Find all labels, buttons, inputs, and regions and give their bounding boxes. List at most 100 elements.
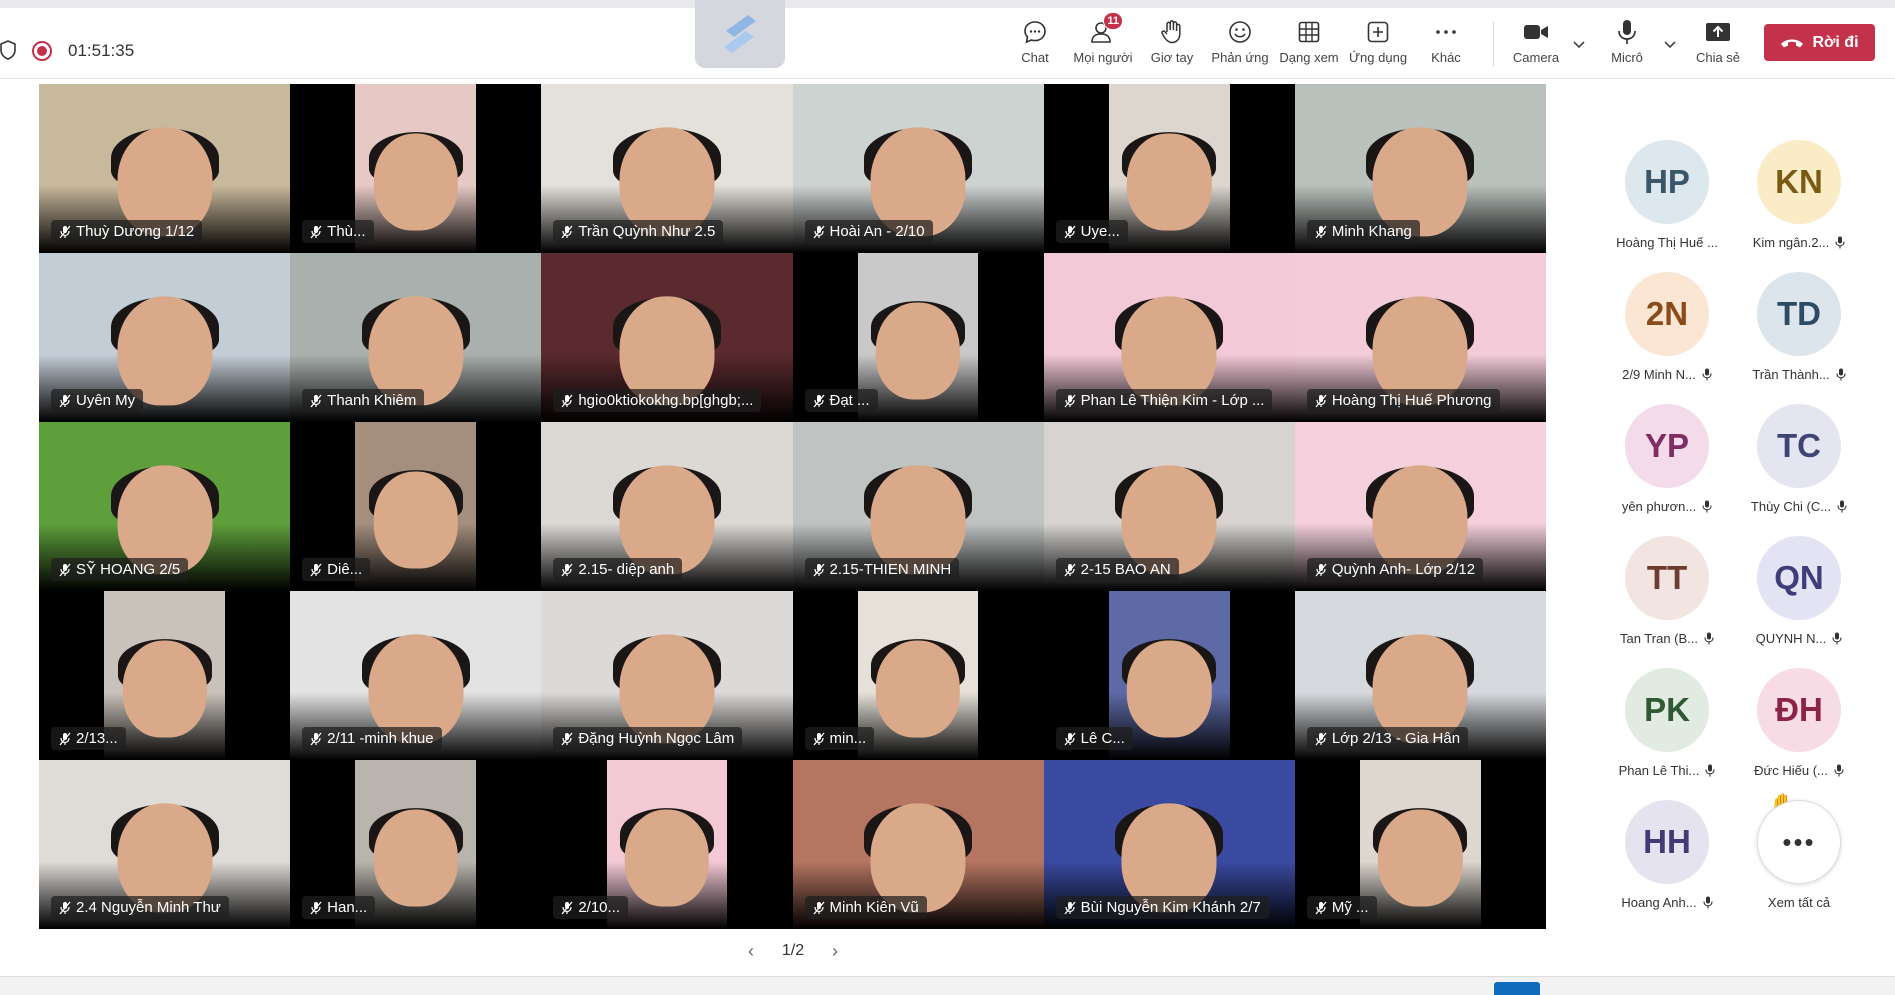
participant-name: hgio0ktiokokhg.bp[ghgb;... xyxy=(578,392,754,409)
video-tile[interactable]: Uyên My xyxy=(39,253,291,422)
video-feed xyxy=(355,84,477,253)
video-feed xyxy=(1360,760,1481,929)
video-tile[interactable]: Thù... xyxy=(290,84,542,253)
people-icon: 11 xyxy=(1089,12,1123,46)
video-tile[interactable]: Trần Quỳnh Như 2.5 xyxy=(541,84,793,253)
video-tile[interactable]: Thuỳ Dương 1/12 xyxy=(39,84,291,253)
participant-name-tag: hgio0ktiokokhg.bp[ghgb;... xyxy=(553,389,762,412)
camera-options-chevron-down-icon[interactable] xyxy=(1571,36,1587,52)
participant-name: Phan Lê Thiện Kim - Lớp ... xyxy=(1080,392,1265,409)
roster-participant-name: Kim ngân.2... xyxy=(1753,235,1846,250)
mic-off-icon xyxy=(561,563,573,576)
teams-meeting-window: { "meeting": { "timer": "01:51:35" }, "t… xyxy=(0,0,1895,995)
participant-silhouette-face xyxy=(1127,640,1212,738)
participant-name: 2.15- diệp anh xyxy=(578,561,675,578)
video-tile[interactable]: hgio0ktiokokhg.bp[ghgb;... xyxy=(541,253,793,422)
video-tile[interactable]: Phan Lê Thiện Kim - Lớp ... xyxy=(1043,253,1295,422)
mic-off-icon xyxy=(561,394,573,407)
video-tile[interactable]: Han... xyxy=(290,760,542,929)
app-logo-icon xyxy=(724,15,756,53)
roster-participant[interactable]: TT Tan Tran (B... xyxy=(1602,536,1732,656)
toolbar-divider xyxy=(1493,22,1494,66)
video-tile[interactable]: 2.15- diệp anh xyxy=(541,422,793,591)
camera-button[interactable]: Camera xyxy=(1501,18,1571,72)
roster-participant[interactable]: HP Hoàng Thị Huế ... xyxy=(1602,140,1732,260)
mic-off-icon xyxy=(310,394,322,407)
mic-off-icon xyxy=(1064,563,1076,576)
participant-silhouette-face xyxy=(1127,133,1212,231)
roster-name-text: Hoang Anh... xyxy=(1621,895,1697,910)
chat-button[interactable]: Chat xyxy=(1000,18,1070,72)
more-button[interactable]: Khác xyxy=(1411,18,1481,72)
roster-participant[interactable]: PK Phan Lê Thi... xyxy=(1602,668,1732,788)
video-tile[interactable]: Mỹ ... xyxy=(1294,760,1546,929)
video-tile[interactable]: Diê... xyxy=(290,422,542,591)
video-gallery-grid: Thuỳ Dương 1/12 Thù... Trần Quỳnh Như 2.5 H… xyxy=(39,84,1546,929)
video-tile[interactable]: Quỳnh Anh- Lớp 2/12 xyxy=(1294,422,1546,591)
video-tile[interactable]: 2/10... xyxy=(541,760,793,929)
roster-participant[interactable]: TC Thùy Chi (C... xyxy=(1734,404,1864,524)
video-tile[interactable]: 2/13... xyxy=(39,591,291,760)
roster-participant[interactable]: HH Hoang Anh... xyxy=(1602,800,1732,920)
participant-name-tag: min... xyxy=(804,727,875,750)
share-button[interactable]: Chia sẻ xyxy=(1683,18,1753,72)
video-tile[interactable]: Minh Khang xyxy=(1294,84,1546,253)
more-icon xyxy=(1432,18,1460,46)
taskbar-strip xyxy=(0,976,1895,995)
roster-participant[interactable]: KN Kim ngân.2... xyxy=(1734,140,1864,260)
people-count-badge: 11 xyxy=(1103,12,1123,30)
react-button[interactable]: Phản ứng xyxy=(1205,18,1275,72)
app-logo xyxy=(695,0,785,68)
video-tile[interactable]: Hoài An - 2/10 xyxy=(792,84,1044,253)
roster-participant[interactable]: ĐH Đức Hiếu (... xyxy=(1734,668,1864,788)
video-tile[interactable]: Đặng Huỳnh Ngọc Lâm xyxy=(541,591,793,760)
video-tile[interactable]: Bùi Nguyễn Kim Khánh 2/7 xyxy=(1043,760,1295,929)
avatar: TT xyxy=(1625,536,1709,620)
people-button[interactable]: 11 Mọi người xyxy=(1068,12,1138,72)
video-tile[interactable]: SỸ HOANG 2/5 xyxy=(39,422,291,591)
roster-participant-name: 2/9 Minh N... xyxy=(1622,367,1712,382)
next-page-chevron-right-icon[interactable]: › xyxy=(832,941,838,962)
video-tile[interactable]: Uye... xyxy=(1043,84,1295,253)
view-button[interactable]: Dạng xem xyxy=(1274,18,1344,72)
mic-off-icon xyxy=(813,225,824,238)
mic-off-icon xyxy=(813,394,824,407)
participant-silhouette-face xyxy=(373,809,458,907)
video-tile[interactable]: Lê C... xyxy=(1043,591,1295,760)
mic-off-icon xyxy=(310,563,322,576)
participant-name: Han... xyxy=(327,899,368,916)
video-tile[interactable]: Hoàng Thị Huế Phương xyxy=(1294,253,1546,422)
video-tile[interactable]: min... xyxy=(792,591,1044,760)
video-tile[interactable]: 2/11 -minh khue xyxy=(290,591,542,760)
participant-name: Thanh Khiêm xyxy=(327,392,417,409)
microphone-icon xyxy=(1834,764,1844,777)
roster-participant[interactable]: QN QUYNH N... xyxy=(1734,536,1864,656)
participant-name: min... xyxy=(829,730,867,747)
avatar: HP xyxy=(1625,140,1709,224)
mic-options-chevron-down-icon[interactable] xyxy=(1662,36,1678,52)
video-tile[interactable]: Thanh Khiêm xyxy=(290,253,542,422)
video-tile[interactable]: Đạt ... xyxy=(792,253,1044,422)
video-tile[interactable]: 2.15-THIEN MINH xyxy=(792,422,1044,591)
participant-name-tag: Hoài An - 2/10 xyxy=(804,220,933,243)
shield-icon xyxy=(0,40,16,60)
microphone-icon xyxy=(1832,632,1842,645)
roster-participant[interactable]: TD Trần Thành... xyxy=(1734,272,1864,392)
participant-name-tag: Diê... xyxy=(302,558,371,581)
leave-button[interactable]: Rời đi xyxy=(1764,24,1875,61)
mic-button[interactable]: Micrô xyxy=(1592,18,1662,72)
roster-name-text: yên phươn... xyxy=(1621,499,1697,514)
video-tile[interactable]: Lớp 2/13 - Gia Hân xyxy=(1294,591,1546,760)
mic-off-icon xyxy=(59,394,71,407)
see-all-button[interactable]: ••• Xem tất cả xyxy=(1734,800,1864,920)
previous-page-chevron-left-icon[interactable]: ‹ xyxy=(748,941,754,962)
apps-button[interactable]: Ứng dụng xyxy=(1343,18,1413,72)
video-tile[interactable]: 2.4 Nguyễn Minh Thư xyxy=(39,760,291,929)
smiley-icon xyxy=(1226,18,1254,46)
raise-hand-button[interactable]: Giơ tay xyxy=(1137,18,1207,72)
roster-participant[interactable]: 2N 2/9 Minh N... xyxy=(1602,272,1732,392)
participant-name-tag: 2.4 Nguyễn Minh Thư xyxy=(51,896,229,919)
roster-participant[interactable]: YP yên phươn... xyxy=(1602,404,1732,524)
video-tile[interactable]: 2-15 BAO AN xyxy=(1043,422,1295,591)
video-tile[interactable]: Minh Kiên Vũ xyxy=(792,760,1044,929)
